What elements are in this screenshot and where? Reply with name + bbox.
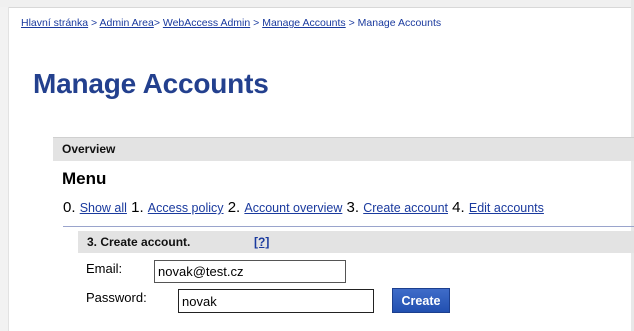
create-account-section-header: 3. Create account. [?] bbox=[78, 231, 634, 253]
overview-bar: Overview bbox=[53, 137, 634, 161]
menu-title: Menu bbox=[62, 169, 107, 188]
breadcrumb-separator: > bbox=[253, 17, 260, 29]
menu-link-edit-accounts[interactable]: Edit accounts bbox=[469, 201, 544, 215]
breadcrumb-separator: > bbox=[348, 17, 355, 29]
window-top-edge bbox=[0, 0, 634, 8]
breadcrumb-current: Manage Accounts bbox=[357, 17, 442, 29]
email-label: Email: bbox=[86, 261, 123, 276]
menu-row: 0. Show all 1. Access policy 2. Account … bbox=[63, 199, 544, 216]
password-label: Password: bbox=[86, 290, 147, 305]
breadcrumb-link-webaccess-admin[interactable]: WebAccess Admin bbox=[163, 17, 250, 29]
email-field[interactable] bbox=[154, 260, 346, 283]
menu-link-show-all[interactable]: Show all bbox=[80, 201, 127, 215]
create-button[interactable]: Create bbox=[392, 288, 450, 313]
page-title: Manage Accounts bbox=[33, 68, 269, 99]
breadcrumb-link-admin-area[interactable]: Admin Area bbox=[100, 17, 154, 29]
menu-item-number: 2. bbox=[227, 199, 241, 216]
breadcrumb-link-manage-accounts[interactable]: Manage Accounts bbox=[262, 17, 345, 29]
menu-divider bbox=[63, 226, 634, 227]
menu-link-account-overview[interactable]: Account overview bbox=[244, 201, 342, 215]
breadcrumb-separator: > bbox=[153, 17, 160, 29]
password-field[interactable] bbox=[178, 289, 374, 313]
menu-item-number: 3. bbox=[346, 199, 360, 216]
menu-link-create-account[interactable]: Create account bbox=[363, 201, 448, 215]
create-account-section-title: 3. Create account. bbox=[87, 235, 191, 249]
menu-item-number: 1. bbox=[131, 199, 144, 216]
menu-item-number: 4. bbox=[452, 199, 465, 216]
help-link[interactable]: [?] bbox=[254, 235, 269, 249]
menu-link-access-policy[interactable]: Access policy bbox=[148, 201, 224, 215]
window-left-edge bbox=[0, 7, 9, 331]
breadcrumb-separator: > bbox=[91, 17, 98, 29]
menu-item-number: 0. bbox=[63, 199, 76, 216]
overview-label: Overview bbox=[62, 142, 116, 156]
breadcrumb: Hlavní stránka > Admin Area> WebAccess A… bbox=[21, 17, 441, 29]
breadcrumb-link-home[interactable]: Hlavní stránka bbox=[21, 17, 88, 29]
